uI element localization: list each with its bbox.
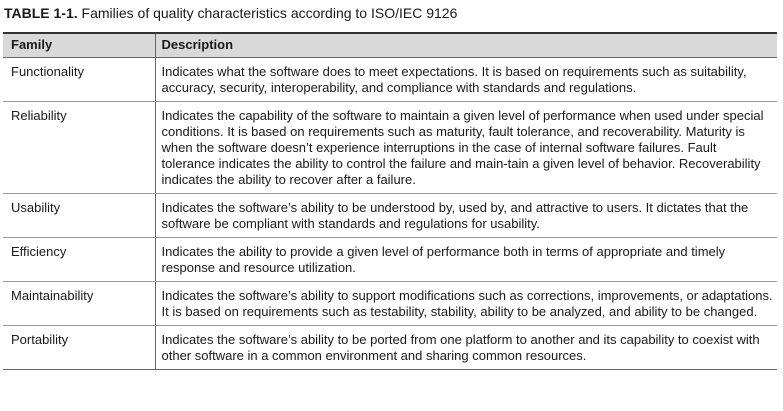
table-row: Efficiency Indicates the ability to prov… bbox=[3, 237, 777, 282]
column-header-description: Description bbox=[154, 32, 777, 58]
table-caption: TABLE 1-1. Families of quality character… bbox=[4, 4, 457, 22]
description-cell: Indicates the software’s ability to be p… bbox=[154, 325, 777, 370]
table-caption-text: Families of quality characteristics acco… bbox=[77, 5, 458, 21]
family-cell: Portability bbox=[3, 325, 155, 370]
quality-characteristics-table-wrapper: Family Description Functionality Indicat… bbox=[3, 32, 777, 370]
family-cell: Efficiency bbox=[3, 237, 155, 282]
table-body: Functionality Indicates what the softwar… bbox=[3, 57, 777, 370]
description-cell: Indicates the software’s ability to supp… bbox=[154, 281, 777, 326]
family-cell: Reliability bbox=[3, 101, 155, 194]
description-cell: Indicates the software’s ability to be u… bbox=[154, 193, 777, 238]
description-cell: Indicates what the software does to meet… bbox=[154, 57, 777, 102]
column-header-family: Family bbox=[3, 32, 155, 58]
table-header: Family Description bbox=[3, 32, 777, 58]
table-header-row: Family Description bbox=[3, 32, 777, 58]
table-row: Maintainability Indicates the software’s… bbox=[3, 281, 777, 326]
quality-characteristics-table: Family Description Functionality Indicat… bbox=[3, 32, 777, 370]
table-row: Functionality Indicates what the softwar… bbox=[3, 57, 777, 102]
table-row: Portability Indicates the software’s abi… bbox=[3, 325, 777, 370]
table-caption-label: TABLE 1-1. bbox=[4, 5, 78, 21]
table-row: Usability Indicates the software’s abili… bbox=[3, 193, 777, 238]
family-cell: Functionality bbox=[3, 57, 155, 102]
family-cell: Maintainability bbox=[3, 281, 155, 326]
description-cell: Indicates the capability of the software… bbox=[154, 101, 777, 194]
table-row: Reliability Indicates the capability of … bbox=[3, 101, 777, 194]
description-cell: Indicates the ability to provide a given… bbox=[154, 237, 777, 282]
family-cell: Usability bbox=[3, 193, 155, 238]
